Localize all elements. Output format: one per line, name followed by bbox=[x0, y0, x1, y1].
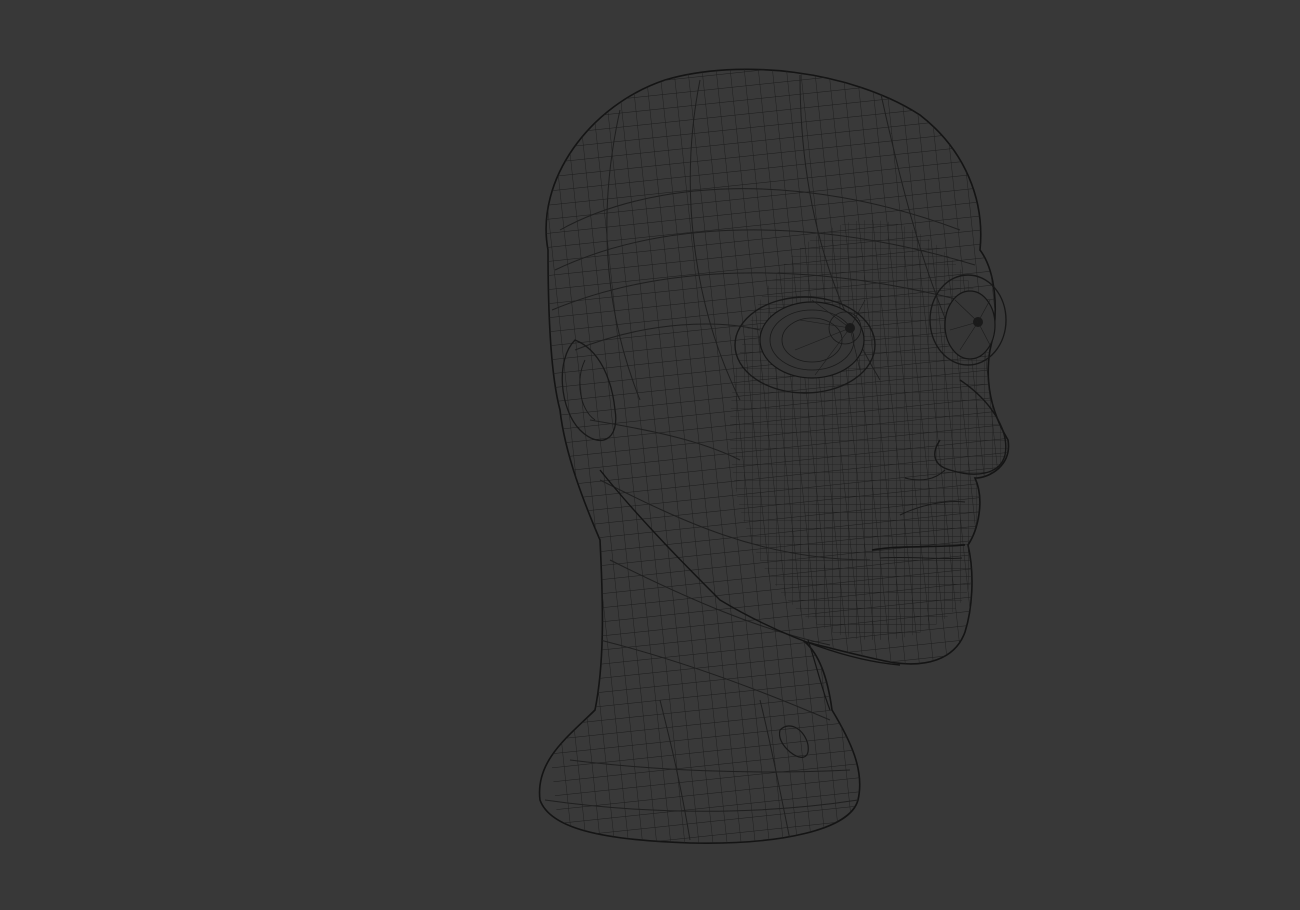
3d-viewport[interactable] bbox=[0, 0, 1300, 910]
wireframe-head-model[interactable] bbox=[0, 0, 1300, 910]
head-mesh bbox=[538, 68, 1010, 844]
